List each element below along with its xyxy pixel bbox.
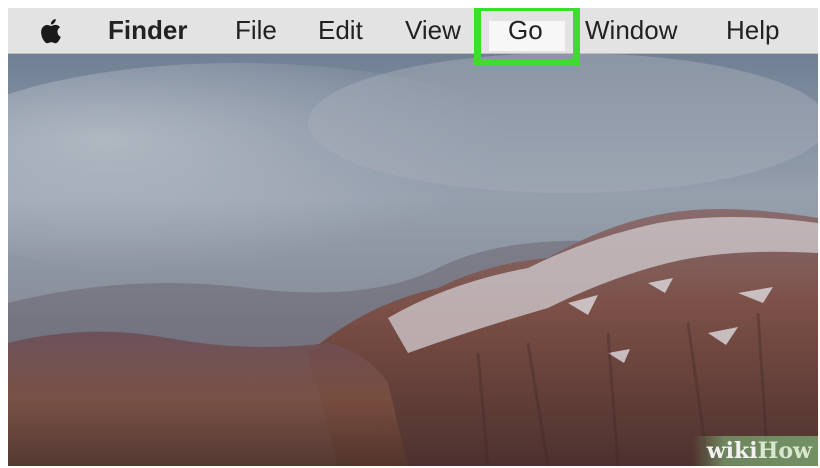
menu-view[interactable]: View (405, 8, 461, 53)
menu-window[interactable]: Window (585, 8, 677, 53)
wikihow-watermark: wikiHow (692, 436, 818, 466)
mountain-wallpaper-image (8, 53, 818, 466)
menu-edit[interactable]: Edit (318, 8, 363, 53)
apple-logo-icon[interactable] (39, 17, 65, 45)
menu-app-finder[interactable]: Finder (108, 8, 187, 53)
menu-bar: Finder File Edit View Go Window Help (8, 8, 818, 66)
menu-file[interactable]: File (235, 8, 277, 53)
watermark-how: How (757, 438, 812, 464)
screenshot-frame: Finder File Edit View Go Window Help wik… (8, 8, 818, 466)
menu-go[interactable]: Go (508, 8, 543, 53)
menu-help[interactable]: Help (726, 8, 779, 53)
desktop-wallpaper: wikiHow (8, 53, 818, 466)
watermark-wiki: wiki (706, 438, 758, 464)
